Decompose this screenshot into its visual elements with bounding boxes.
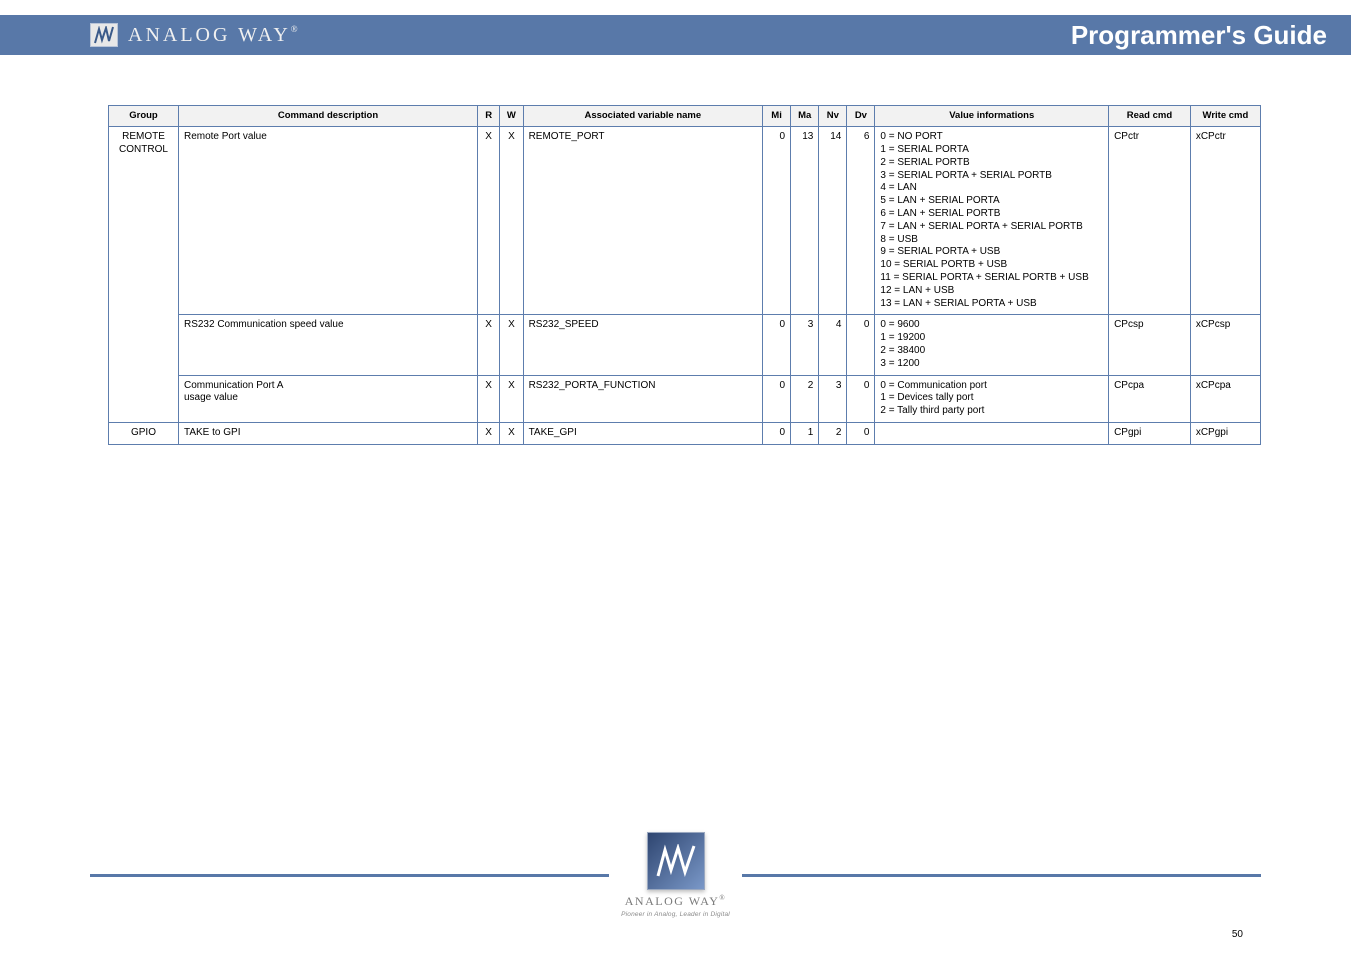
cell-var: RS232_SPEED [523,315,762,375]
cell-rcmd: CPgpi [1109,422,1191,444]
cell-mi: 0 [763,375,791,422]
document-title: Programmer's Guide [1071,20,1327,51]
col-header-nv: Nv [819,106,847,127]
cell-dv: 0 [847,375,875,422]
footer-rule-right [742,874,1261,877]
cell-info: 0 = NO PORT 1 = SERIAL PORTA 2 = SERIAL … [875,127,1109,315]
col-header-ma: Ma [791,106,819,127]
col-header-r: R [478,106,500,127]
col-header-mi: Mi [763,106,791,127]
cell-info: 0 = 9600 1 = 19200 2 = 38400 3 = 1200 [875,315,1109,375]
cell-r: X [478,315,500,375]
cell-wcmd: xCPcpa [1190,375,1260,422]
cell-dv: 0 [847,422,875,444]
table-row: Communication Port A usage value X X RS2… [109,375,1261,422]
cell-var: TAKE_GPI [523,422,762,444]
cell-desc: TAKE to GPI [178,422,477,444]
footer-brand-reg: ® [719,894,726,902]
cell-var: RS232_PORTA_FUNCTION [523,375,762,422]
col-header-cmd-desc: Command description [178,106,477,127]
cell-nv: 3 [819,375,847,422]
brand: ANALOG WAY® [90,23,298,47]
footer-brand-name: ANALOG WAY [625,894,720,908]
cell-rcmd: CPctr [1109,127,1191,315]
cell-w: X [500,375,523,422]
cell-rcmd: CPcsp [1109,315,1191,375]
cell-r: X [478,127,500,315]
footer-logo-icon [647,832,705,890]
cell-desc: RS232 Communication speed value [178,315,477,375]
cell-mi: 0 [763,127,791,315]
cell-r: X [478,422,500,444]
col-header-group: Group [109,106,179,127]
brand-name: ANALOG WAY [128,24,291,46]
cell-wcmd: xCPctr [1190,127,1260,315]
col-header-dv: Dv [847,106,875,127]
cell-desc: Communication Port A usage value [178,375,477,422]
cell-ma: 2 [791,375,819,422]
cell-info [875,422,1109,444]
page-number: 50 [1232,929,1243,940]
cell-group: REMOTE CONTROL [109,127,179,423]
cell-wcmd: xCPgpi [1190,422,1260,444]
cell-nv: 2 [819,422,847,444]
cell-w: X [500,315,523,375]
cell-wcmd: xCPcsp [1190,315,1260,375]
header-bar: ANALOG WAY® Programmer's Guide [0,15,1351,55]
footer-rule-left [90,874,609,877]
cell-desc: Remote Port value [178,127,477,315]
content-area: Group Command description R W Associated… [0,55,1351,445]
brand-text: ANALOG WAY® [128,24,298,47]
brand-logo-icon [90,23,118,47]
footer-tagline: Pioneer in Analog, Leader in Digital [621,911,730,918]
table-header-row: Group Command description R W Associated… [109,106,1261,127]
footer: ANALOG WAY® Pioneer in Analog, Leader in… [0,832,1351,918]
brand-registered: ® [291,24,298,34]
table-row: REMOTE CONTROL Remote Port value X X REM… [109,127,1261,315]
cell-mi: 0 [763,422,791,444]
cell-mi: 0 [763,315,791,375]
cell-var: REMOTE_PORT [523,127,762,315]
cell-nv: 4 [819,315,847,375]
col-header-read-cmd: Read cmd [1109,106,1191,127]
cell-w: X [500,422,523,444]
cell-rcmd: CPcpa [1109,375,1191,422]
col-header-var-name: Associated variable name [523,106,762,127]
cell-r: X [478,375,500,422]
footer-logo-block: ANALOG WAY® Pioneer in Analog, Leader in… [621,832,730,918]
col-header-write-cmd: Write cmd [1190,106,1260,127]
cell-ma: 3 [791,315,819,375]
cell-ma: 13 [791,127,819,315]
cell-w: X [500,127,523,315]
commands-table: Group Command description R W Associated… [108,105,1261,445]
col-header-w: W [500,106,523,127]
table-row: GPIO TAKE to GPI X X TAKE_GPI 0 1 2 0 CP… [109,422,1261,444]
cell-ma: 1 [791,422,819,444]
cell-group: GPIO [109,422,179,444]
cell-dv: 0 [847,315,875,375]
col-header-value-info: Value informations [875,106,1109,127]
cell-dv: 6 [847,127,875,315]
table-row: RS232 Communication speed value X X RS23… [109,315,1261,375]
cell-nv: 14 [819,127,847,315]
footer-brand-text: ANALOG WAY® [625,894,727,909]
cell-info: 0 = Communication port 1 = Devices tally… [875,375,1109,422]
